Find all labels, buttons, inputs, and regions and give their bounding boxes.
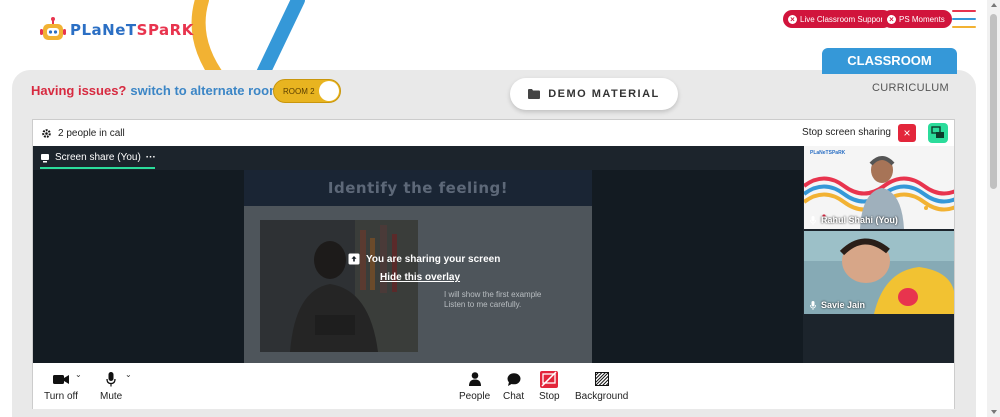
hamburger-menu-icon[interactable] (952, 10, 976, 28)
swap-screens-icon (931, 126, 944, 138)
gear-icon[interactable] (41, 128, 52, 139)
robot-logo-icon (40, 17, 66, 40)
background-label: Background (575, 391, 629, 402)
slide-title: Identify the feeling! (244, 170, 592, 206)
screen-share-stage: Identify the feeling! I will show the fi… (33, 170, 803, 363)
live-classroom-support-button[interactable]: × Live Classroom Support (783, 10, 893, 28)
close-icon: × (903, 126, 911, 140)
hide-overlay-link[interactable]: Hide this overlay (380, 272, 460, 283)
mic-toggle-button[interactable]: Mute (100, 371, 122, 402)
chevron-down-icon[interactable]: ⌄ (75, 370, 82, 379)
page-scrollbar[interactable] (987, 0, 1000, 417)
stop-sharing-button[interactable]: × (898, 124, 916, 142)
people-label: People (459, 391, 491, 402)
chat-button[interactable]: Chat (503, 371, 524, 402)
background-button[interactable]: Background (575, 371, 628, 402)
brand-part2: SPaRK (136, 21, 194, 39)
tab-classroom[interactable]: CLASSROOM (822, 48, 957, 74)
issues-banner: Having issues? switch to alternate room (31, 83, 281, 98)
sharing-overlay-message: You are sharing your screen (348, 253, 500, 265)
stop-label: Stop (539, 391, 560, 402)
microphone-icon (810, 215, 816, 225)
overlay-message-text: You are sharing your screen (366, 253, 501, 265)
slide-photo (260, 220, 418, 352)
camera-toggle-button[interactable]: Turn off (44, 371, 78, 402)
screen-share-tab-label: Screen share (You) (55, 152, 141, 163)
screen-share-icon (41, 153, 49, 162)
slide-text: I will show the first example Listen to … (444, 290, 541, 310)
ps-moments-label: PS Moments (899, 14, 945, 24)
shared-slide: I will show the first example Listen to … (244, 206, 592, 363)
video-tile-rahul[interactable]: PLaNeTSPaRK Rahul Shahi (You) (804, 146, 954, 229)
mic-label: Mute (100, 391, 123, 402)
tab-curriculum[interactable]: CURRICULUM (872, 82, 949, 94)
participants-count: 2 people in call (58, 127, 125, 139)
tile-brand-mark: PLaNeTSPaRK (810, 150, 846, 156)
toggle-knob (319, 81, 339, 101)
room-toggle[interactable]: ROOM 2 (273, 79, 341, 103)
chat-label: Chat (503, 391, 525, 402)
call-header: 2 people in call Stop screen sharing × (33, 120, 954, 146)
background-effects-icon (594, 372, 609, 386)
video-call-frame: 2 people in call Stop screen sharing × S… (32, 119, 955, 409)
participant-name-text: Savie Jain (821, 300, 866, 310)
swap-view-button[interactable] (928, 123, 948, 143)
more-options-icon[interactable]: ··· (146, 152, 156, 163)
planetspark-logo[interactable]: PLaNeTSPaRK (40, 16, 194, 44)
scroll-up-arrow-icon[interactable] (991, 3, 997, 7)
participant-name: Rahul Shahi (You) (810, 215, 898, 225)
ps-moments-button[interactable]: × PS Moments (882, 10, 952, 28)
participant-name: Savie Jain (810, 300, 865, 310)
demo-material-label: DEMO MATERIAL (548, 88, 660, 100)
close-circle-icon: × (887, 14, 896, 24)
scrollbar-thumb[interactable] (990, 14, 997, 189)
slide-text-line2: Listen to me carefully. (444, 300, 522, 309)
stop-share-button[interactable]: Stop (539, 370, 560, 402)
brand-wordmark: PLaNeTSPaRK (70, 21, 194, 39)
scroll-down-arrow-icon[interactable] (991, 410, 997, 414)
room-toggle-label: ROOM 2 (283, 86, 315, 96)
active-tab-indicator (40, 167, 155, 169)
video-tile-savie[interactable]: Savie Jain (804, 231, 954, 314)
call-participants: 2 people in call (41, 128, 125, 139)
switch-room-link[interactable]: switch to alternate room (130, 83, 280, 98)
microphone-icon (106, 371, 116, 386)
participant-name-text: Rahul Shahi (You) (821, 215, 898, 225)
stop-screen-share-icon (540, 370, 559, 388)
upload-screen-icon (348, 253, 360, 265)
camera-icon (52, 374, 69, 384)
people-button[interactable]: People (459, 371, 490, 402)
microphone-icon (810, 300, 816, 310)
brand-part1: PLaNeT (70, 21, 137, 39)
screen-share-tab[interactable]: Screen share (You) ··· (40, 152, 156, 163)
live-support-label: Live Classroom Support (800, 14, 886, 24)
camera-label: Turn off (44, 391, 78, 402)
stop-sharing-label: Stop screen sharing (802, 127, 891, 138)
issues-question: Having issues? (31, 83, 127, 98)
chat-bubble-icon (507, 372, 521, 386)
call-toolbar: Turn off ⌄ Mute ⌄ People Chat Stop Backg… (33, 363, 954, 409)
folder-icon (528, 89, 541, 99)
demo-material-button[interactable]: DEMO MATERIAL (510, 78, 678, 110)
person-icon (468, 372, 481, 386)
close-circle-icon: × (788, 14, 797, 24)
slide-text-line1: I will show the first example (444, 290, 542, 299)
chevron-down-icon[interactable]: ⌄ (125, 370, 132, 379)
